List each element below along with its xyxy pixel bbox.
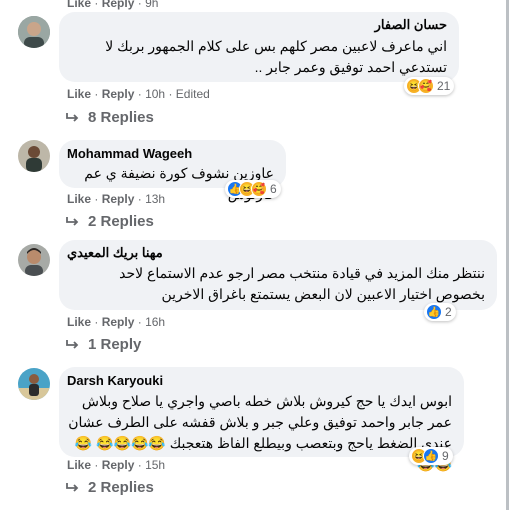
avatar[interactable] — [18, 368, 50, 400]
comment-author[interactable]: مهنا بريك المعيدي — [67, 245, 187, 261]
reply-link[interactable]: Reply — [102, 315, 135, 329]
replies-count-label: 2 Replies — [88, 213, 154, 230]
like-thumb-icon: 👍 — [423, 448, 439, 464]
comment-text: اني ماعرف لاعبين مصر كلهم بس على كلام ال… — [105, 38, 447, 75]
reply-arrow-icon — [66, 339, 79, 349]
view-replies-link[interactable]: 2 Replies — [66, 479, 154, 496]
comment-actions: Like · Reply · 13h — [67, 192, 166, 206]
comment-actions: Like · Reply · 15h — [67, 458, 166, 472]
like-link[interactable]: Like — [67, 458, 91, 472]
comment-bubble: مهنا بريك المعيدي ننتظر منك المزيد في قي… — [59, 240, 497, 310]
like-link[interactable]: Like — [67, 87, 91, 101]
timestamp[interactable]: 16h — [145, 315, 165, 329]
reaction-summary[interactable]: 😆 👍 9 — [409, 447, 453, 465]
replies-count-label: 8 Replies — [88, 109, 154, 126]
reaction-summary[interactable]: 👍 2 — [424, 303, 456, 321]
care-emoji-icon: 🥰 — [418, 78, 434, 94]
reply-link[interactable]: Reply — [102, 458, 135, 472]
person-photo-icon — [18, 244, 50, 276]
top-action-row: Like · Reply · 9h — [67, 0, 158, 10]
replies-count-label: 2 Replies — [88, 479, 154, 496]
comment-text: ننتظر منك المزيد في قيادة منتخب مصر ارجو… — [119, 265, 485, 302]
person-photo-icon — [18, 368, 50, 400]
person-photo-icon — [18, 140, 50, 172]
view-replies-link[interactable]: 8 Replies — [66, 109, 154, 126]
reaction-count: 2 — [445, 305, 452, 319]
comment-author[interactable]: حسان الصفار — [67, 17, 447, 33]
reply-arrow-icon — [66, 482, 79, 492]
comment-author[interactable]: Darsh Karyouki — [67, 373, 163, 388]
reply-link[interactable]: Reply — [102, 87, 135, 101]
like-thumb-icon: 👍 — [426, 304, 442, 320]
comment-actions: Like · Reply · 10h · Edited — [67, 87, 210, 101]
reaction-summary[interactable]: 😆 🥰 21 — [404, 77, 455, 95]
timestamp[interactable]: 9h — [145, 0, 158, 10]
comment-author[interactable]: Mohammad Wageeh — [67, 146, 192, 161]
person-photo-icon — [18, 16, 50, 48]
comment-bubble: حسان الصفار اني ماعرف لاعبين مصر كلهم بس… — [59, 12, 459, 82]
timestamp[interactable]: 13h — [145, 192, 165, 206]
reply-link[interactable]: Reply — [102, 0, 135, 10]
reply-arrow-icon — [66, 216, 79, 226]
reply-arrow-icon — [66, 112, 79, 122]
care-emoji-icon: 🥰 — [251, 181, 267, 197]
timestamp[interactable]: 15h — [145, 458, 165, 472]
comment-actions: Like · Reply · 16h — [67, 315, 166, 329]
reply-link[interactable]: Reply — [102, 192, 135, 206]
avatar[interactable] — [18, 244, 50, 276]
reaction-summary[interactable]: 👍 😆 🥰 6 — [225, 180, 281, 198]
edited-label: Edited — [175, 87, 210, 101]
view-replies-link[interactable]: 2 Replies — [66, 213, 154, 230]
reaction-count: 21 — [437, 79, 451, 93]
reaction-count: 9 — [442, 449, 449, 463]
timestamp[interactable]: 10h — [145, 87, 165, 101]
view-replies-link[interactable]: 1 Reply — [66, 336, 141, 353]
avatar[interactable] — [18, 140, 50, 172]
avatar[interactable] — [18, 16, 50, 48]
reaction-count: 6 — [270, 182, 277, 196]
replies-count-label: 1 Reply — [88, 336, 142, 353]
comment-bubble: Darsh Karyouki ابوس ايدك يا حج كيروش بلا… — [59, 367, 464, 472]
like-link[interactable]: Like — [67, 192, 91, 206]
like-link[interactable]: Like — [67, 315, 91, 329]
like-link[interactable]: Like — [67, 0, 91, 10]
